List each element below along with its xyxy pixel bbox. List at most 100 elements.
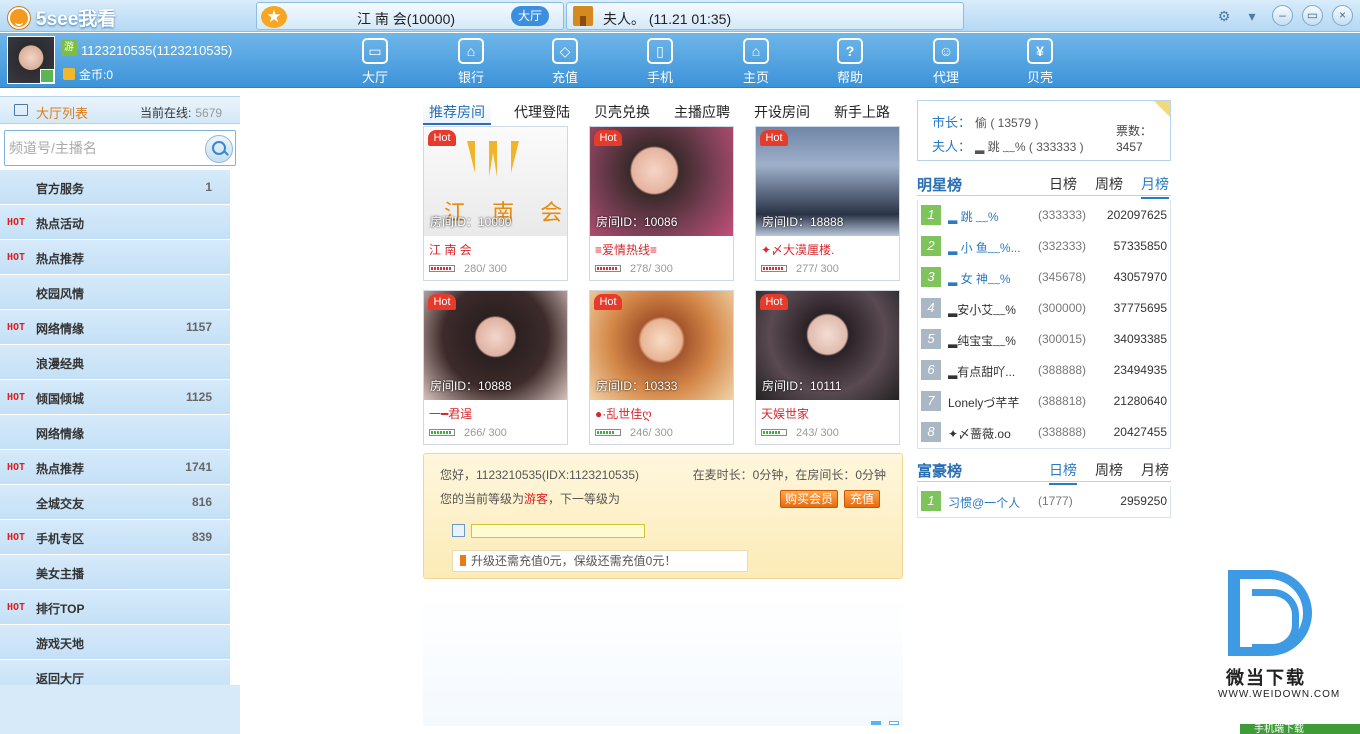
hall-item-count: 1 bbox=[205, 180, 212, 194]
hall-item[interactable]: HOT 排行TOP bbox=[0, 590, 230, 625]
rich-rank-tab-month[interactable]: 月榜 bbox=[1141, 460, 1169, 480]
hall-item[interactable]: HOT 热点活动 bbox=[0, 205, 230, 240]
banner-dot[interactable] bbox=[889, 721, 899, 725]
rank-row[interactable]: 1 习惯@一个人 (1777) 2959250 bbox=[918, 486, 1170, 517]
minimize-button[interactable]: – bbox=[1272, 5, 1293, 26]
hall-item[interactable]: 美女主播 bbox=[0, 555, 230, 590]
hall-item[interactable]: 全城交友 816 bbox=[0, 485, 230, 520]
hall-item-name: 美女主播 bbox=[36, 567, 85, 581]
mobile-download-button[interactable]: 手机端下载 bbox=[1240, 724, 1360, 734]
star-rank-header: 明星榜 日榜 周榜 月榜 bbox=[917, 170, 1171, 199]
room-thumbnail[interactable]: Hot 房间ID：18888 bbox=[756, 127, 899, 236]
rank-name[interactable]: 习惯@一个人 bbox=[948, 494, 1036, 511]
jiangnan-logo-icon bbox=[467, 141, 527, 189]
notice-pill[interactable]: 夫人。 (11.21 01:35) bbox=[566, 2, 964, 30]
room-thumbnail[interactable]: Hot 房间ID：10111 bbox=[756, 291, 899, 400]
nav-recharge[interactable]: ◇ 充值 bbox=[535, 38, 595, 86]
hall-item[interactable]: 游戏天地 bbox=[0, 625, 230, 660]
menu-dropdown-icon[interactable]: ▾ bbox=[1242, 6, 1262, 26]
rank-name[interactable]: ▂纯宝宝﹏% bbox=[948, 332, 1036, 349]
tab-open-room[interactable]: 开设房间 bbox=[754, 102, 810, 122]
search-icon[interactable] bbox=[205, 135, 233, 163]
hall-item[interactable]: HOT 手机专区 839 bbox=[0, 520, 230, 555]
hall-item[interactable]: 校园风情 bbox=[0, 275, 230, 310]
rank-name[interactable]: ▂ 跳 ﹏% bbox=[948, 208, 1036, 225]
tab-recommended[interactable]: 推荐房间 bbox=[423, 102, 491, 125]
room-id: 房间ID：10000 bbox=[430, 215, 512, 229]
rank-number: 8 bbox=[921, 422, 941, 442]
room-card[interactable]: Hot 房间ID：10333 ●·乱世佳ღ 246/ 300 bbox=[589, 290, 734, 445]
hall-item[interactable]: HOT 热点推荐 1741 bbox=[0, 450, 230, 485]
settings-gear-icon[interactable]: ⚙ bbox=[1214, 6, 1234, 26]
room-title[interactable]: 江 南 会 bbox=[429, 241, 472, 258]
rank-value: 21280640 bbox=[1113, 394, 1167, 408]
room-thumbnail[interactable]: Hot 房间ID：10333 bbox=[590, 291, 733, 400]
rank-row[interactable]: 2 ▂ 小 鱼﹏%... (332333) 57335850 bbox=[918, 231, 1170, 262]
room-thumbnail[interactable]: 江 南 会 Hot 房间ID：10000 bbox=[424, 127, 567, 236]
room-title[interactable]: ✦〆大漠厘楼. bbox=[761, 241, 834, 258]
star-rank-tab-month[interactable]: 月榜 bbox=[1141, 174, 1169, 199]
favorite-star-icon[interactable]: ★ bbox=[261, 6, 287, 28]
current-room-pill[interactable]: ★ 江 南 会(10000) 大厅 bbox=[256, 2, 564, 30]
hall-item[interactable]: 网络情缘 bbox=[0, 415, 230, 450]
rank-name[interactable]: Lonelyづ芊芊 bbox=[948, 394, 1036, 411]
tab-beginner-guide[interactable]: 新手上路 bbox=[834, 102, 890, 122]
rank-row[interactable]: 1 ▂ 跳 ﹏% (333333) 202097625 bbox=[918, 200, 1170, 231]
room-card[interactable]: 江 南 会 Hot 房间ID：10000 江 南 会 280/ 300 bbox=[423, 126, 568, 281]
rank-row[interactable]: 6 ▂有点甜吖... (388888) 23494935 bbox=[918, 355, 1170, 386]
star-rank-tab-week[interactable]: 周榜 bbox=[1095, 174, 1123, 194]
star-rank-tab-day[interactable]: 日榜 bbox=[1049, 174, 1077, 194]
room-title[interactable]: 一━君逞 bbox=[429, 405, 472, 422]
rank-name[interactable]: ▂有点甜吖... bbox=[948, 363, 1036, 380]
rank-row[interactable]: 3 ▂ 女 神﹏% (345678) 43057970 bbox=[918, 262, 1170, 293]
tab-agent-login[interactable]: 代理登陆 bbox=[514, 102, 570, 122]
hall-badge-button[interactable]: 大厅 bbox=[511, 6, 549, 26]
rank-row[interactable]: 4 ▂安小艾﹏% (300000) 37775695 bbox=[918, 293, 1170, 324]
rich-rank-tab-week[interactable]: 周榜 bbox=[1095, 460, 1123, 480]
room-card[interactable]: Hot 房间ID：18888 ✦〆大漠厘楼. 277/ 300 bbox=[755, 126, 900, 281]
nav-mobile[interactable]: ▯ 手机 bbox=[630, 38, 690, 86]
meter-fill bbox=[431, 267, 452, 270]
restore-button[interactable]: ▭ bbox=[1302, 5, 1323, 26]
rank-name[interactable]: ✦〆蔷薇.oo bbox=[948, 425, 1036, 442]
tab-shell-exchange[interactable]: 贝壳兑换 bbox=[594, 102, 650, 122]
rank-name[interactable]: ▂ 女 神﹏% bbox=[948, 270, 1036, 287]
room-capacity-meter bbox=[595, 265, 621, 272]
room-title[interactable]: ●·乱世佳ღ bbox=[595, 405, 652, 422]
search-input[interactable] bbox=[9, 137, 199, 159]
rank-row[interactable]: 5 ▂纯宝宝﹏% (300015) 34093385 bbox=[918, 324, 1170, 355]
nav-home[interactable]: ⌂ 主页 bbox=[726, 38, 786, 86]
rank-row[interactable]: 8 ✦〆蔷薇.oo (338888) 20427455 bbox=[918, 417, 1170, 448]
nav-hall[interactable]: ▭ 大厅 bbox=[345, 38, 405, 86]
tab-anchor-apply[interactable]: 主播应聘 bbox=[674, 102, 730, 122]
rank-name[interactable]: ▂ 小 鱼﹏%... bbox=[948, 239, 1036, 256]
promo-banner[interactable] bbox=[423, 596, 903, 726]
room-title[interactable]: ≡爱情热线≡ bbox=[595, 241, 657, 258]
hall-item[interactable]: HOT 倾国倾城 1125 bbox=[0, 380, 230, 415]
hall-item[interactable]: HOT 网络情缘 1157 bbox=[0, 310, 230, 345]
rank-name[interactable]: ▂安小艾﹏% bbox=[948, 301, 1036, 318]
close-button[interactable]: × bbox=[1332, 5, 1353, 26]
room-title[interactable]: 天娱世家 bbox=[761, 405, 809, 422]
nav-help[interactable]: ? 帮助 bbox=[820, 38, 880, 86]
nav-shell[interactable]: ¥ 贝壳 bbox=[1010, 38, 1070, 86]
bank-icon: ⌂ bbox=[458, 38, 484, 64]
room-id: 房间ID：10888 bbox=[430, 379, 512, 393]
room-card[interactable]: Hot 房间ID：10086 ≡爱情热线≡ 278/ 300 bbox=[589, 126, 734, 281]
hall-item[interactable]: 官方服务 1 bbox=[0, 170, 230, 205]
welcome-panel: 您好，1123210535(IDX:1123210535) 在麦时长：0分钟，在… bbox=[423, 453, 903, 579]
buy-vip-button[interactable]: 购买会员 bbox=[780, 490, 838, 508]
banner-dot-active[interactable] bbox=[871, 721, 881, 725]
rank-row[interactable]: 7 Lonelyづ芊芊 (388818) 21280640 bbox=[918, 386, 1170, 417]
hall-item[interactable]: HOT 热点推荐 bbox=[0, 240, 230, 275]
room-card[interactable]: Hot 房间ID：10111 天娱世家 243/ 300 bbox=[755, 290, 900, 445]
user-avatar[interactable] bbox=[7, 36, 55, 84]
hall-item[interactable]: 浪漫经典 bbox=[0, 345, 230, 380]
nav-agent[interactable]: ☺ 代理 bbox=[916, 38, 976, 86]
rich-rank-tab-day[interactable]: 日榜 bbox=[1049, 460, 1077, 485]
room-thumbnail[interactable]: Hot 房间ID：10888 bbox=[424, 291, 567, 400]
recharge-button[interactable]: 充值 bbox=[844, 490, 880, 508]
room-thumbnail[interactable]: Hot 房间ID：10086 bbox=[590, 127, 733, 236]
room-card[interactable]: Hot 房间ID：10888 一━君逞 266/ 300 bbox=[423, 290, 568, 445]
nav-bank[interactable]: ⌂ 银行 bbox=[441, 38, 501, 86]
